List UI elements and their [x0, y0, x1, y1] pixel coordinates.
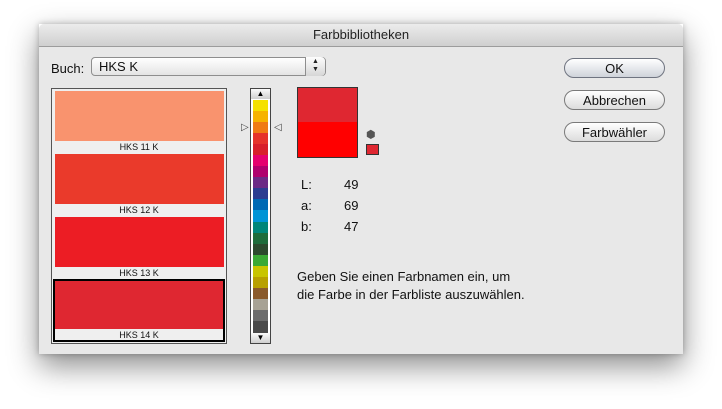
hint-line-1: Geben Sie einen Farbnamen ein, um — [297, 269, 511, 284]
swatch-name: HKS 14 K — [119, 330, 159, 340]
swatch-chip — [55, 281, 223, 329]
lab-l-label: L: — [301, 177, 312, 192]
spectrum-marker-left-icon: ▷ — [241, 122, 249, 133]
gamut-cube-icon[interactable]: ⬢ — [366, 128, 376, 141]
swatch-item-selected[interactable]: HKS 14 K — [53, 279, 225, 342]
original-color-preview — [298, 122, 357, 157]
spectrum-stripe[interactable] — [253, 320, 268, 333]
lab-l-value: 49 — [344, 177, 359, 192]
swatch-item[interactable]: HKS 13 K — [53, 216, 225, 279]
book-selected-value: HKS K — [99, 59, 139, 74]
new-color-preview — [298, 88, 357, 122]
swatch-item[interactable]: HKS 11 K — [53, 90, 225, 153]
hint-line-2: die Farbe in der Farbliste auszuwählen. — [297, 287, 525, 302]
scroll-down-arrow-icon[interactable]: ▼ — [251, 333, 270, 343]
swatch-item[interactable]: HKS 12 K — [53, 153, 225, 216]
book-label: Buch: — [51, 61, 85, 76]
ok-button[interactable]: OK — [564, 58, 665, 78]
color-picker-button[interactable]: Farbwähler — [564, 122, 665, 142]
spectrum-marker-right-icon: ◁ — [274, 122, 282, 133]
lab-b-value: 47 — [344, 219, 359, 234]
book-select[interactable]: HKS K ▲ ▼ — [91, 57, 326, 76]
swatch-chip — [55, 154, 224, 204]
select-stepper-icon: ▲ ▼ — [305, 57, 325, 76]
lab-b-label: b: — [301, 219, 312, 234]
window-title: Farbbibliotheken — [39, 24, 683, 47]
color-libraries-dialog: Farbbibliotheken Buch: HKS K ▲ ▼ OK Abbre… — [39, 24, 683, 354]
swatch-name: HKS 12 K — [119, 205, 159, 215]
swatch-name: HKS 13 K — [119, 268, 159, 278]
lab-a-value: 69 — [344, 198, 359, 213]
color-spectrum-slider[interactable]: ▲ ▼ — [250, 88, 271, 344]
scroll-up-arrow-icon[interactable]: ▲ — [251, 89, 270, 99]
swatch-chip — [55, 217, 224, 267]
hint-message: Geben Sie einen Farbnamen ein, um die Fa… — [297, 268, 597, 304]
lab-a-label: a: — [301, 198, 312, 213]
color-preview — [297, 87, 358, 158]
swatch-list[interactable]: HKS 11 K HKS 12 K HKS 13 K HKS 14 K — [51, 88, 227, 344]
cancel-button[interactable]: Abbrechen — [564, 90, 665, 110]
swatch-name: HKS 11 K — [119, 142, 159, 152]
swatch-chip — [55, 91, 224, 141]
gamut-swatch[interactable] — [366, 144, 379, 155]
